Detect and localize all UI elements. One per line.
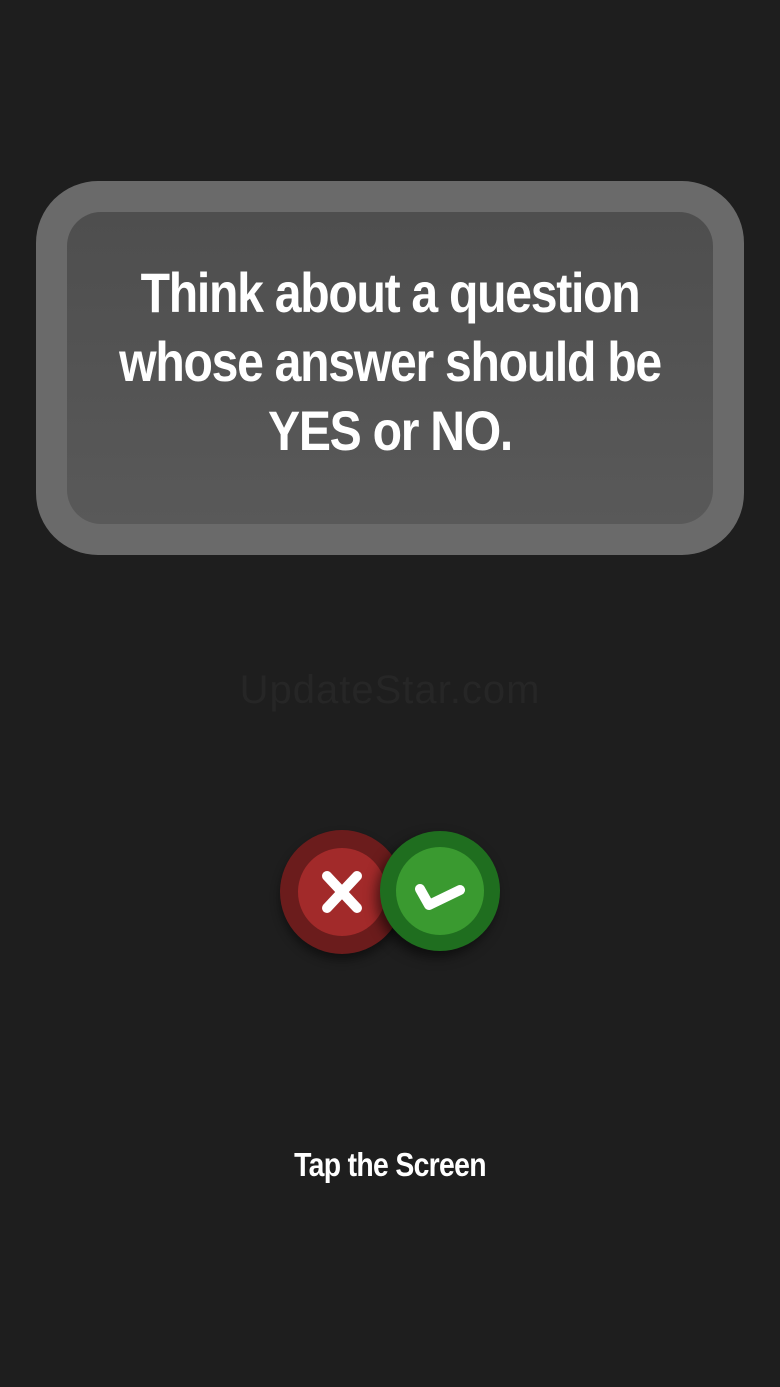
cross-icon	[322, 871, 362, 913]
yes-button-core	[396, 847, 484, 935]
prompt-message: Think about a question whose answer shou…	[112, 258, 668, 465]
prompt-card: Think about a question whose answer shou…	[36, 181, 744, 555]
tap-screen-area[interactable]: Think about a question whose answer shou…	[0, 0, 780, 1387]
prompt-line-3: YES or NO.	[267, 398, 513, 462]
prompt-line-2: whose answer should be	[119, 329, 662, 393]
yes-button[interactable]	[380, 831, 500, 951]
no-button-core	[298, 848, 386, 936]
checkmark-icon	[415, 884, 465, 910]
prompt-card-inner: Think about a question whose answer shou…	[67, 212, 713, 524]
watermark-text: UpdateStar.com	[239, 668, 541, 712]
tap-screen-hint: Tap the Screen	[294, 1146, 486, 1183]
prompt-line-1: Think about a question	[140, 260, 641, 324]
